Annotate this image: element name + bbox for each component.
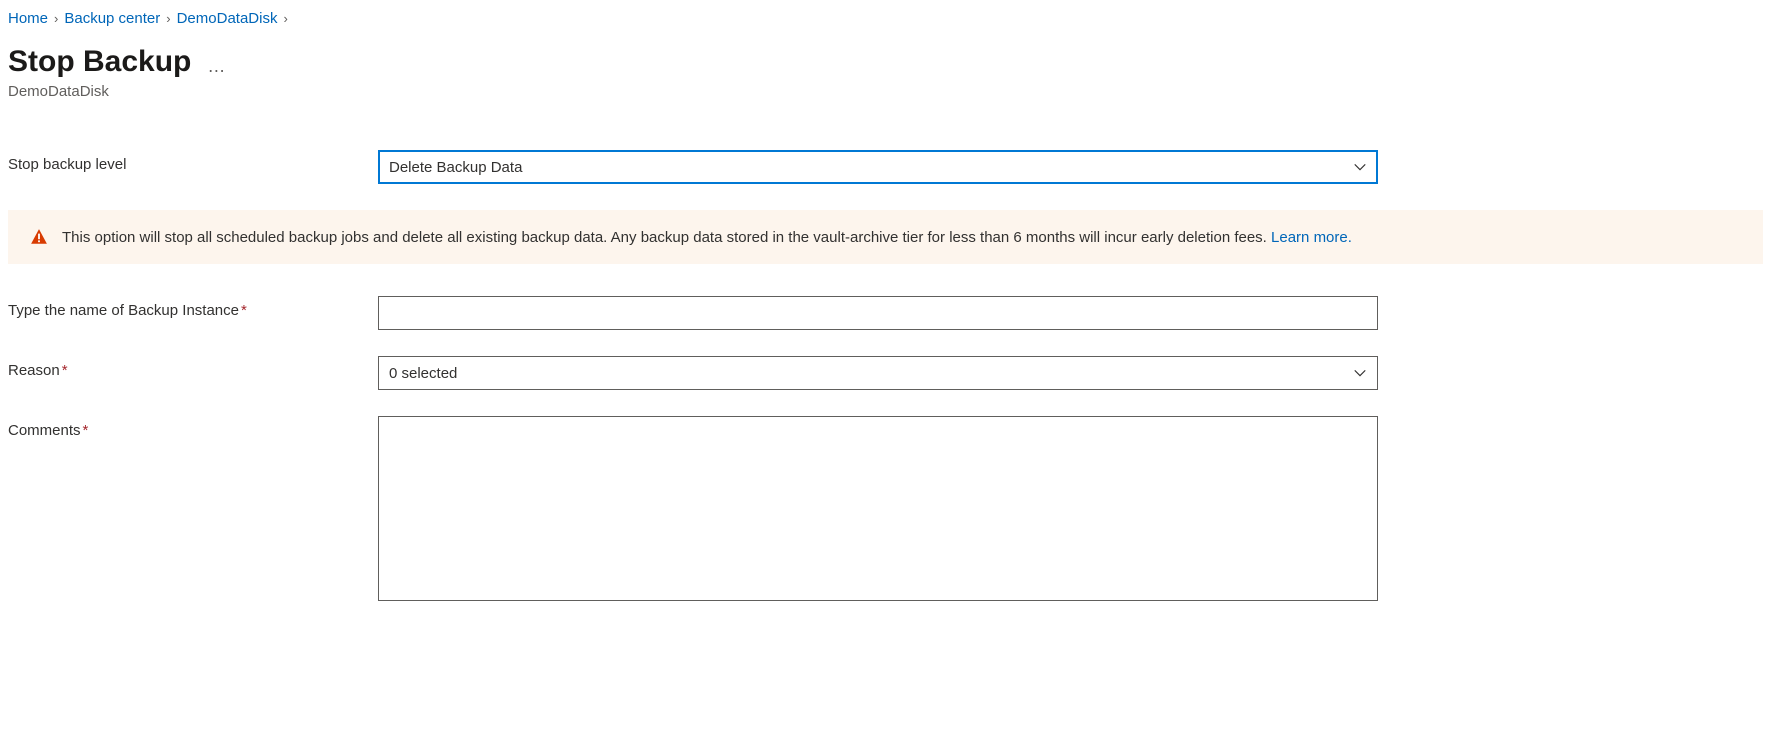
- learn-more-link[interactable]: Learn more.: [1271, 229, 1352, 246]
- required-marker: *: [83, 422, 89, 439]
- stop-backup-level-value: Delete Backup Data: [389, 159, 522, 176]
- stop-backup-level-row: Stop backup level Delete Backup Data: [8, 150, 1763, 184]
- breadcrumb: Home › Backup center › DemoDataDisk ›: [8, 10, 1763, 27]
- chevron-down-icon: [1353, 366, 1367, 380]
- stop-backup-level-select[interactable]: Delete Backup Data: [378, 150, 1378, 184]
- reason-value: 0 selected: [389, 365, 457, 382]
- warning-icon: [30, 228, 48, 246]
- reason-select[interactable]: 0 selected: [378, 356, 1378, 390]
- chevron-right-icon: ›: [54, 11, 58, 26]
- required-marker: *: [62, 362, 68, 379]
- page-subtitle: DemoDataDisk: [8, 83, 1763, 100]
- backup-instance-name-row: Type the name of Backup Instance*: [8, 296, 1763, 330]
- reason-label: Reason*: [8, 356, 378, 379]
- page-title: Stop Backup: [8, 45, 191, 79]
- required-marker: *: [241, 302, 247, 319]
- warning-banner: This option will stop all scheduled back…: [8, 210, 1763, 264]
- breadcrumb-item[interactable]: DemoDataDisk: [177, 10, 278, 27]
- warning-text-container: This option will stop all scheduled back…: [62, 229, 1352, 246]
- comments-row: Comments*: [8, 416, 1763, 605]
- breadcrumb-backup-center[interactable]: Backup center: [64, 10, 160, 27]
- page-header: Stop Backup …: [8, 45, 1763, 79]
- warning-text: This option will stop all scheduled back…: [62, 229, 1271, 246]
- backup-instance-name-input[interactable]: [378, 296, 1378, 330]
- comments-textarea[interactable]: [378, 416, 1378, 601]
- backup-instance-name-label: Type the name of Backup Instance*: [8, 296, 378, 319]
- more-icon[interactable]: …: [207, 48, 226, 77]
- chevron-right-icon: ›: [283, 11, 287, 26]
- stop-backup-level-label: Stop backup level: [8, 150, 378, 173]
- comments-label: Comments*: [8, 416, 378, 439]
- chevron-right-icon: ›: [166, 11, 170, 26]
- reason-row: Reason* 0 selected: [8, 356, 1763, 390]
- breadcrumb-home[interactable]: Home: [8, 10, 48, 27]
- chevron-down-icon: [1353, 160, 1367, 174]
